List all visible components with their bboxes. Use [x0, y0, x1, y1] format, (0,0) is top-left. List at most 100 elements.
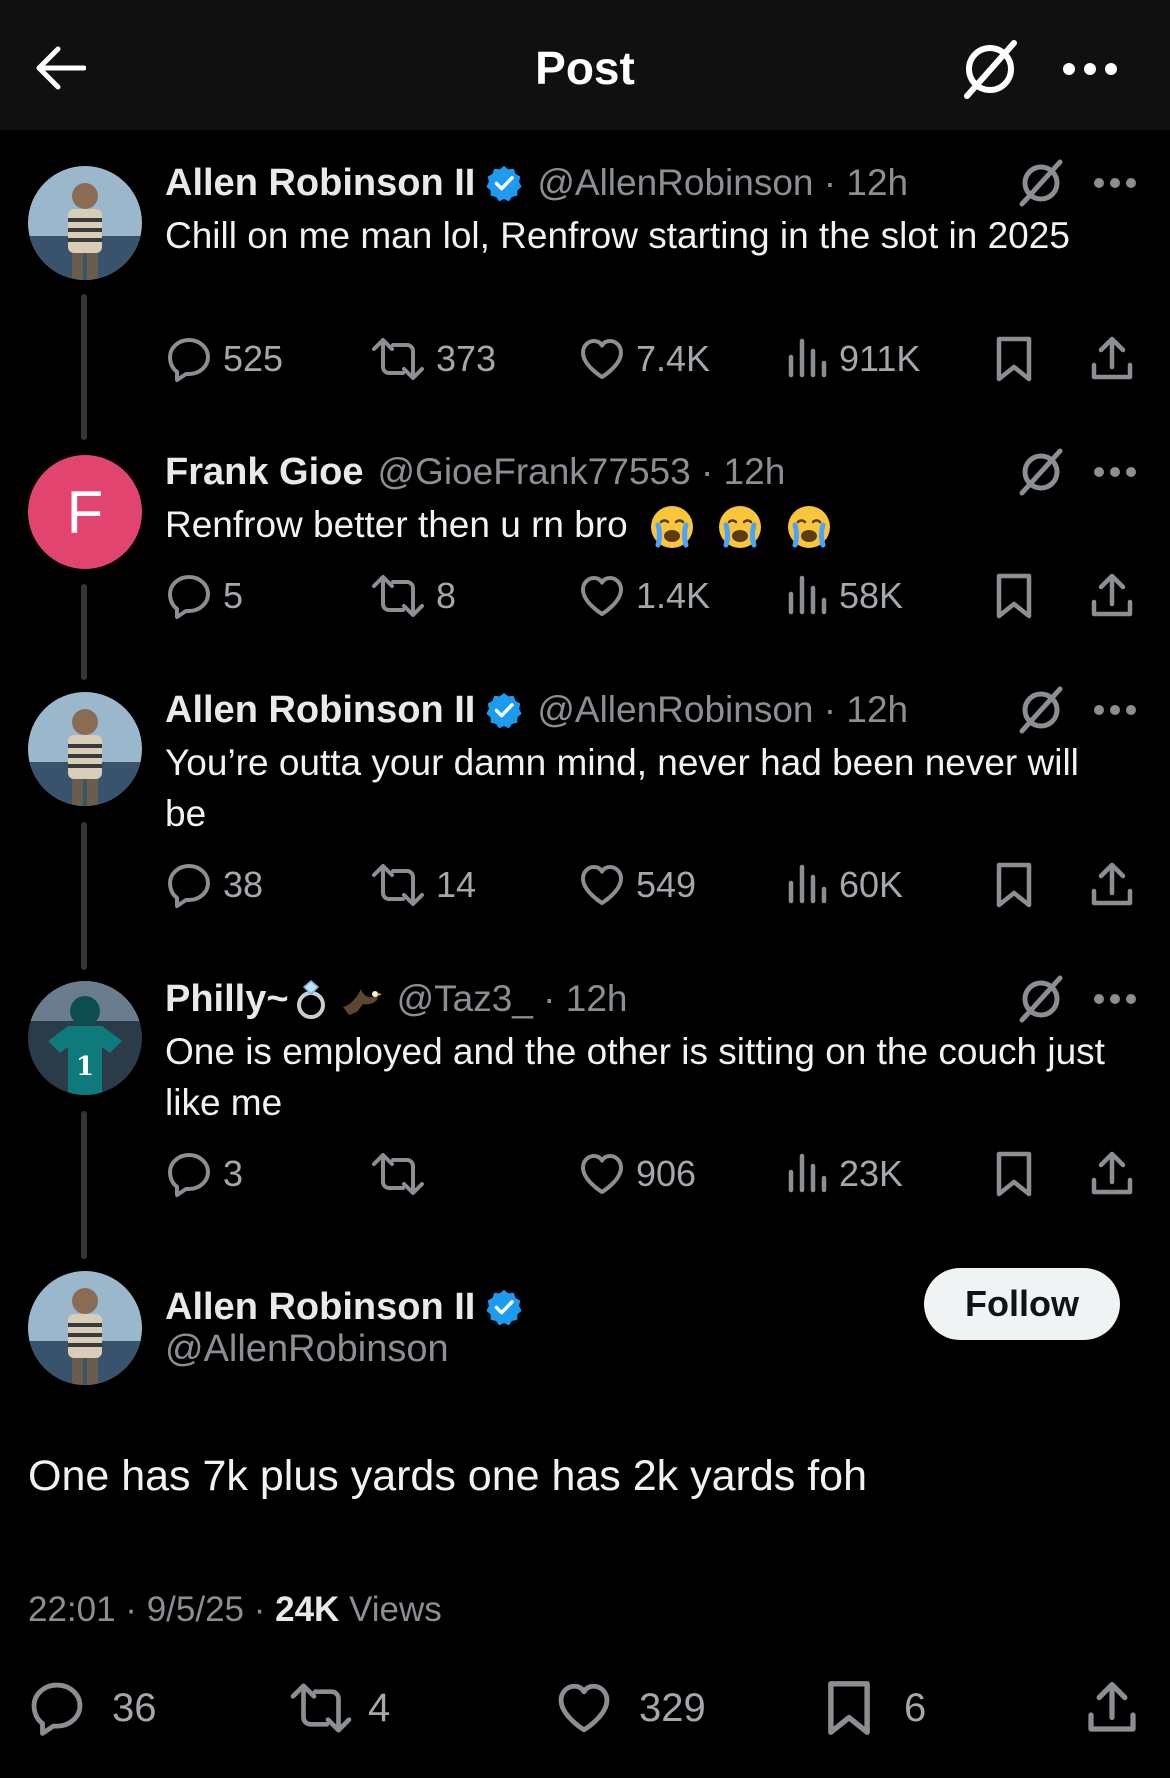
more-icon[interactable]: [1090, 443, 1140, 501]
bookmark-button[interactable]: [992, 1144, 1036, 1204]
bookmark-button[interactable]: 6: [822, 1676, 926, 1740]
reply-count: 3: [223, 1153, 244, 1194]
reply-actions: 525 373 7.4K 911K: [0, 329, 1170, 389]
repost-button[interactable]: 4: [288, 1676, 390, 1740]
bookmark-button[interactable]: [992, 855, 1036, 915]
comment-icon: [168, 338, 210, 382]
share-button[interactable]: [1088, 1144, 1136, 1204]
repost-icon: [372, 338, 424, 380]
more-icon[interactable]: [1090, 970, 1140, 1028]
crying-emoji-icon: [651, 506, 694, 549]
reply-button[interactable]: 5: [165, 566, 243, 626]
author-name[interactable]: Frank Gioe: [165, 451, 364, 494]
ring-emoji-icon: [296, 980, 325, 1019]
views-count: 58K: [839, 575, 904, 616]
avatar[interactable]: [28, 692, 142, 806]
reply-button[interactable]: 38: [165, 855, 263, 915]
reply-text-container: Renfrow better then u rn bro: [165, 499, 1125, 551]
bookmark-icon: [996, 862, 1032, 908]
views-icon: [788, 338, 827, 378]
reply-actions: 38 14 549 60K: [0, 855, 1170, 915]
heart-icon: [581, 339, 623, 379]
top-bar: Post: [0, 0, 1170, 130]
reply-actions: 5 8 1.4K 58K: [0, 566, 1170, 626]
reply-actions: 3 906 23K: [0, 1144, 1170, 1204]
main-post-author: Allen Robinson II: [165, 1282, 523, 1332]
reply-header: Allen Robinson II @AllenRobinson · 12h: [165, 685, 908, 735]
views-button[interactable]: 911K: [785, 329, 920, 389]
repost-icon: [372, 1153, 424, 1195]
views-label: Views: [339, 1590, 442, 1629]
avatar-letter: F: [66, 478, 104, 546]
share-button[interactable]: [1088, 329, 1136, 389]
share-icon: [1091, 862, 1133, 906]
like-button[interactable]: 7.4K: [578, 329, 710, 389]
grok-icon[interactable]: [1012, 154, 1070, 212]
reply-button[interactable]: 525: [165, 329, 283, 389]
author-name[interactable]: Allen Robinson II: [165, 162, 475, 205]
crying-emoji-icon: [787, 506, 830, 549]
share-icon: [1091, 573, 1133, 617]
bookmark-button[interactable]: [992, 566, 1036, 626]
bookmark-icon: [996, 1151, 1032, 1197]
share-button[interactable]: [1088, 566, 1136, 626]
views-count: 60K: [839, 864, 904, 905]
views-button[interactable]: 60K: [785, 855, 903, 915]
like-button[interactable]: 1.4K: [578, 566, 710, 626]
bookmark-button[interactable]: [992, 329, 1036, 389]
author-handle[interactable]: @AllenRobinson: [165, 1328, 449, 1371]
author-name[interactable]: Allen Robinson II: [165, 689, 475, 732]
reply-header: Allen Robinson II @AllenRobinson · 12h: [165, 158, 908, 208]
author-name[interactable]: Allen Robinson II: [165, 1286, 475, 1329]
grok-icon[interactable]: [1012, 681, 1070, 739]
repost-button[interactable]: 14: [370, 855, 476, 915]
author-name[interactable]: Philly~: [165, 978, 289, 1021]
views-count: 23K: [839, 1153, 904, 1194]
author-handle[interactable]: @AllenRobinson · 12h: [537, 689, 908, 731]
comment-icon: [31, 1682, 83, 1736]
reply-button[interactable]: 3: [165, 1144, 243, 1204]
more-icon[interactable]: [1090, 154, 1140, 212]
more-icon[interactable]: [1090, 681, 1140, 739]
repost-icon: [372, 864, 424, 906]
share-icon: [1091, 336, 1133, 380]
author-handle[interactable]: @GioeFrank77553 · 12h: [378, 451, 786, 493]
avatar[interactable]: F: [28, 455, 142, 569]
views-icon: [788, 864, 827, 904]
like-count: 549: [636, 864, 697, 905]
reply-header: Frank Gioe @GioeFrank77553 · 12h: [165, 447, 785, 497]
share-button[interactable]: [1084, 1676, 1140, 1740]
reply-text: You’re outta your damn mind, never had b…: [165, 742, 1079, 834]
views-icon: [788, 575, 827, 615]
views-button[interactable]: 58K: [785, 566, 903, 626]
reply-button[interactable]: 36: [28, 1676, 157, 1740]
avatar[interactable]: [28, 166, 142, 280]
main-post-actions: 36 4 329 6: [0, 1676, 1170, 1740]
verified-badge-icon: [486, 165, 522, 202]
reply-count: 5: [223, 575, 244, 616]
grok-icon[interactable]: [955, 34, 1025, 104]
share-button[interactable]: [1088, 855, 1136, 915]
avatar[interactable]: 1: [28, 981, 142, 1095]
repost-button[interactable]: 373: [370, 329, 496, 389]
author-handle[interactable]: @AllenRobinson · 12h: [537, 162, 908, 204]
like-button[interactable]: 329: [555, 1676, 706, 1740]
post-timestamp[interactable]: 22:01 · 9/5/25 ·: [28, 1590, 275, 1629]
comment-icon: [168, 575, 210, 619]
more-icon[interactable]: [1055, 34, 1125, 104]
like-button[interactable]: 906: [578, 1144, 696, 1204]
author-handle[interactable]: @Taz3_ · 12h: [397, 978, 628, 1020]
grok-icon[interactable]: [1012, 443, 1070, 501]
like-count: 329: [639, 1685, 706, 1730]
avatar[interactable]: [28, 1271, 142, 1385]
heart-icon: [581, 865, 623, 905]
repost-count: 373: [436, 338, 497, 379]
heart-icon: [581, 576, 623, 616]
repost-button[interactable]: 8: [370, 566, 456, 626]
grok-icon[interactable]: [1012, 970, 1070, 1028]
views-button[interactable]: 23K: [785, 1144, 903, 1204]
like-count: 7.4K: [636, 338, 711, 379]
like-button[interactable]: 549: [578, 855, 696, 915]
repost-button[interactable]: [370, 1144, 436, 1204]
follow-button[interactable]: Follow: [924, 1268, 1120, 1340]
